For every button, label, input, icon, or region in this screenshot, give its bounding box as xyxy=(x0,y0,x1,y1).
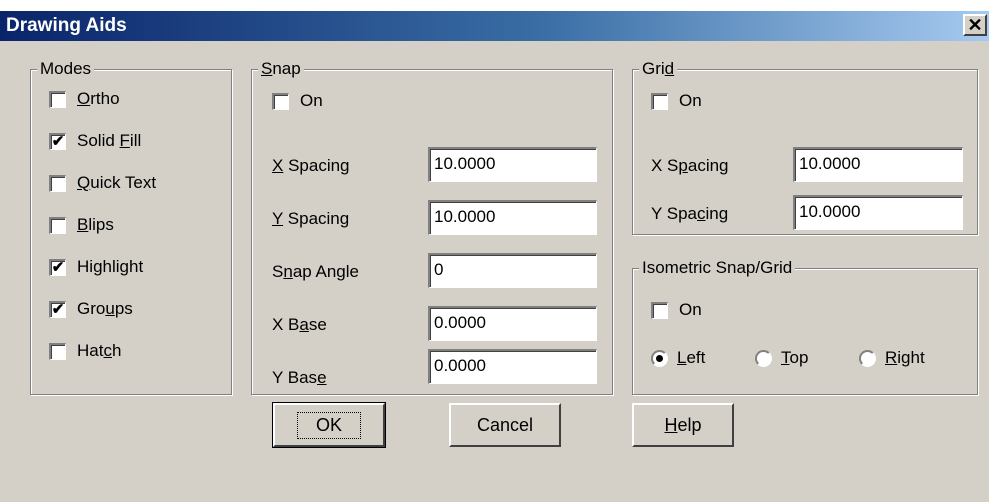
snap-x-spacing-input[interactable]: 10.0000 xyxy=(428,147,597,182)
radio-right-button[interactable] xyxy=(859,349,876,367)
radio-left[interactable]: Left xyxy=(651,345,705,371)
snap-x-base-input[interactable]: 0.0000 xyxy=(428,306,597,341)
help-button[interactable]: Help xyxy=(632,403,734,447)
snap-on[interactable]: On xyxy=(272,88,323,114)
snap-group: Snap On X Spacing 10.0000 Y Spacing 10.0… xyxy=(251,59,613,395)
snap-angle-label: Snap Angle xyxy=(272,262,359,281)
radio-right-label: Right xyxy=(885,348,925,367)
mode-solid-fill[interactable]: ✔ Solid Fill xyxy=(49,128,141,154)
quick-text-label: Quick Text xyxy=(77,173,157,192)
hatch-checkbox[interactable] xyxy=(49,342,66,360)
close-icon: ✕ xyxy=(967,15,983,35)
mode-groups[interactable]: ✔ Groups xyxy=(49,296,133,322)
snap-y-spacing-input[interactable]: 10.0000 xyxy=(428,200,597,235)
grid-legend: Grid xyxy=(639,59,678,79)
check-icon: ✔ xyxy=(51,133,65,150)
snap-y-spacing-label: Y Spacing xyxy=(272,209,350,228)
check-icon: ✔ xyxy=(51,259,65,276)
help-button-label: Help xyxy=(664,414,702,435)
check-icon: ✔ xyxy=(51,301,65,318)
hatch-label: Hatch xyxy=(77,341,122,360)
highlight-checkbox[interactable]: ✔ xyxy=(49,258,66,276)
grid-x-spacing-input[interactable]: 10.0000 xyxy=(793,147,963,182)
mode-blips[interactable]: Blips xyxy=(49,212,114,238)
isometric-legend: Isometric Snap/Grid xyxy=(639,258,796,278)
grid-y-spacing-label: Y Spacing xyxy=(651,204,729,223)
isometric-group: Isometric Snap/Grid On Left Top Right xyxy=(632,258,978,395)
ok-button[interactable]: OK xyxy=(272,402,386,448)
radio-top-label: Top xyxy=(781,348,809,367)
snap-legend: Snap xyxy=(258,59,304,79)
ok-button-label: OK xyxy=(296,411,361,439)
snap-on-label: On xyxy=(300,91,323,110)
grid-x-spacing-label: X Spacing xyxy=(651,156,729,175)
quick-text-checkbox[interactable] xyxy=(49,174,66,192)
isometric-on[interactable]: On xyxy=(651,297,702,323)
highlight-label: Highlight xyxy=(77,257,144,276)
grid-group: Grid On X Spacing 10.0000 Y Spacing 10.0… xyxy=(632,59,978,235)
cancel-button-label: Cancel xyxy=(476,414,534,435)
groups-checkbox[interactable]: ✔ xyxy=(49,300,66,318)
mode-ortho[interactable]: Ortho xyxy=(49,86,120,112)
radio-right[interactable]: Right xyxy=(859,345,925,371)
grid-on-label: On xyxy=(679,91,702,110)
mode-hatch[interactable]: Hatch xyxy=(49,338,121,364)
solid-fill-label: Solid Fill xyxy=(77,131,142,150)
grid-on-checkbox[interactable] xyxy=(651,92,668,110)
grid-y-spacing-input[interactable]: 10.0000 xyxy=(793,195,963,230)
snap-on-checkbox[interactable] xyxy=(272,92,289,110)
solid-fill-checkbox[interactable]: ✔ xyxy=(49,132,66,150)
cancel-button[interactable]: Cancel xyxy=(449,403,561,447)
blips-label: Blips xyxy=(77,215,114,234)
radio-left-label: Left xyxy=(677,348,706,367)
title-bar[interactable]: Drawing Aids ✕ xyxy=(0,11,989,41)
isometric-on-checkbox[interactable] xyxy=(651,301,668,319)
ortho-label: Ortho xyxy=(77,89,120,108)
snap-y-base-input[interactable]: 0.0000 xyxy=(428,349,597,384)
radio-selected-dot xyxy=(656,354,663,362)
snap-x-base-label: X Base xyxy=(272,315,327,334)
mode-quick-text[interactable]: Quick Text xyxy=(49,170,156,196)
radio-left-button[interactable] xyxy=(651,349,668,367)
window-title: Drawing Aids xyxy=(6,15,127,36)
radio-top[interactable]: Top xyxy=(755,345,808,371)
close-button[interactable]: ✕ xyxy=(963,14,987,36)
isometric-on-label: On xyxy=(679,300,702,319)
modes-group: Modes Ortho ✔ Solid Fill Quick Text Blip… xyxy=(30,59,232,395)
snap-y-base-label: Y Base xyxy=(272,368,327,387)
drawing-aids-dialog: Drawing Aids ✕ Modes Ortho ✔ Solid Fill … xyxy=(0,10,989,502)
ortho-checkbox[interactable] xyxy=(49,90,66,108)
mode-highlight[interactable]: ✔ Highlight xyxy=(49,254,143,280)
snap-x-spacing-label: X Spacing xyxy=(272,156,350,175)
blips-checkbox[interactable] xyxy=(49,216,66,234)
snap-angle-input[interactable]: 0 xyxy=(428,253,597,288)
radio-top-button[interactable] xyxy=(755,349,772,367)
groups-label: Groups xyxy=(77,299,133,318)
modes-legend: Modes xyxy=(37,59,95,79)
grid-on[interactable]: On xyxy=(651,88,702,114)
